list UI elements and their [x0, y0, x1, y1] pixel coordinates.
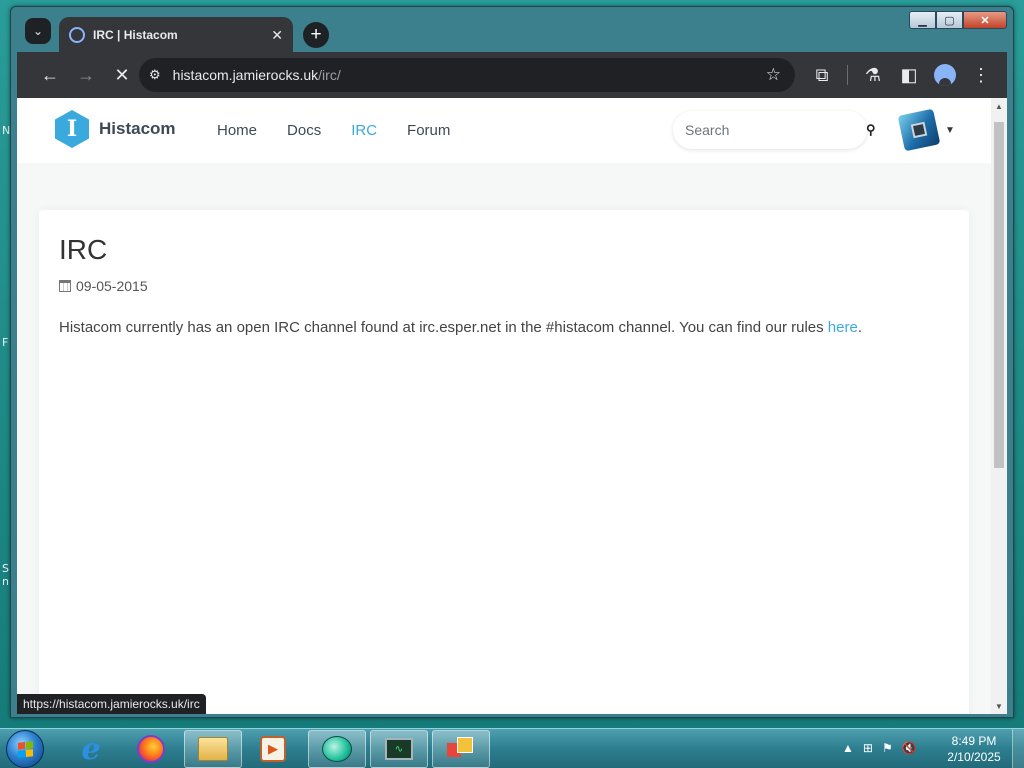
desktop-edge-text: F — [2, 336, 9, 349]
main-nav: Home Docs IRC Forum — [217, 122, 450, 139]
system-monitor-icon: ∿ — [385, 738, 413, 760]
labs-flask-icon[interactable]: ⚗ — [858, 60, 888, 90]
taskbar: e ▶ ∿ ▲ ⊞ ⚑ 🔇 8:49 PM 2/10/2025 — [0, 728, 1024, 768]
url-path: /irc/ — [318, 67, 341, 83]
tab-title: IRC | Histacom — [93, 28, 178, 42]
site-logo[interactable]: I Histacom — [55, 110, 176, 148]
browser-window: ▁ ▢ ✕ ⌄ IRC | Histacom ✕ + ← → ✕ ⚙ hista… — [10, 6, 1014, 718]
nav-docs[interactable]: Docs — [287, 122, 321, 139]
minimize-button[interactable]: ▁ — [909, 11, 936, 29]
desktop-edge-text: n — [2, 575, 9, 588]
user-avatar[interactable] — [897, 108, 941, 152]
taskbar-internet-explorer[interactable]: e — [62, 730, 120, 768]
nav-forum[interactable]: Forum — [407, 122, 450, 139]
status-url-tooltip: https://histacom.jamierocks.uk/irc — [17, 694, 206, 714]
volume-muted-icon[interactable]: 🔇 — [902, 741, 917, 755]
scroll-down-arrow-icon[interactable]: ▼ — [995, 702, 1003, 711]
action-center-flag-icon[interactable]: ⚑ — [882, 741, 893, 755]
search-icon[interactable]: ⚲ — [866, 122, 876, 138]
search-input[interactable] — [685, 122, 866, 138]
desktop-edge-text: N — [2, 124, 11, 137]
show-desktop-button[interactable] — [1012, 729, 1024, 768]
control-panel-icon — [447, 737, 475, 761]
url-host: histacom.jamierocks.uk — [172, 67, 319, 83]
chevron-down-icon: ⌄ — [32, 24, 44, 38]
desktop-edge-text: S — [2, 562, 9, 575]
taskbar-file-explorer[interactable] — [184, 730, 242, 768]
close-window-button[interactable]: ✕ — [963, 11, 1007, 29]
new-tab-button[interactable]: + — [303, 22, 329, 48]
maximize-button[interactable]: ▢ — [936, 11, 963, 29]
site-header: I Histacom Home Docs IRC Forum ⚲ ▼ — [17, 98, 991, 163]
internet-explorer-icon: e — [81, 731, 101, 767]
back-arrow-icon[interactable]: ← — [35, 60, 65, 90]
profile-avatar-icon — [934, 64, 956, 86]
body-text-end: . — [857, 319, 862, 336]
site-info-icon[interactable]: ⚙ — [149, 67, 161, 83]
network-icon[interactable]: ⊞ — [863, 741, 873, 755]
clock-date: 2/10/2025 — [947, 750, 1001, 764]
tray-expand-icon[interactable]: ▲ — [842, 741, 854, 755]
taskbar-firefox[interactable] — [122, 730, 180, 768]
stop-loading-icon[interactable]: ✕ — [107, 60, 137, 90]
windows-logo-icon — [17, 740, 33, 758]
tab-close-icon[interactable]: ✕ — [271, 27, 283, 44]
body-text: Histacom currently has an open IRC chann… — [59, 319, 828, 336]
taskbar-media-player[interactable]: ▶ — [244, 730, 302, 768]
article-date: 09-05-2015 — [59, 278, 949, 294]
search-box: ⚲ — [673, 111, 876, 149]
taskbar-control-panel[interactable] — [432, 730, 490, 768]
taskbar-clock[interactable]: 8:49 PM 2/10/2025 — [942, 733, 1006, 765]
tab-active[interactable]: IRC | Histacom ✕ — [59, 17, 293, 53]
page-scrollbar[interactable]: ▲ ▼ — [991, 98, 1007, 714]
scroll-up-arrow-icon[interactable]: ▲ — [995, 102, 1003, 111]
address-bar[interactable]: ⚙ histacom.jamierocks.uk/irc/ ☆ — [139, 58, 795, 92]
loading-favicon-icon — [69, 27, 85, 43]
firefox-icon — [137, 735, 165, 763]
media-player-icon: ▶ — [260, 736, 286, 762]
page-viewport: I Histacom Home Docs IRC Forum ⚲ ▼ IRC — [17, 98, 1007, 714]
system-tray: ▲ ⊞ ⚑ 🔇 — [842, 741, 917, 755]
extensions-puzzle-icon[interactable]: ⧉ — [807, 60, 837, 90]
profile-button[interactable] — [930, 60, 960, 90]
browser-toolbar: ← → ✕ ⚙ histacom.jamierocks.uk/irc/ ☆ ⧉ … — [17, 52, 1007, 98]
nav-irc[interactable]: IRC — [351, 122, 377, 139]
logo-text: Histacom — [99, 119, 176, 138]
taskbar-chat-app[interactable] — [308, 730, 366, 768]
date-text: 09-05-2015 — [76, 278, 148, 294]
bookmark-star-icon[interactable]: ☆ — [766, 65, 781, 85]
rules-link[interactable]: here — [828, 319, 858, 336]
forward-arrow-icon[interactable]: → — [71, 60, 101, 90]
calendar-icon — [59, 280, 71, 292]
menu-kebab-icon[interactable]: ⋮ — [966, 60, 996, 90]
logo-hexagon-icon: I — [55, 110, 89, 148]
article-body: Histacom currently has an open IRC chann… — [59, 319, 949, 336]
tab-search-button[interactable]: ⌄ — [25, 18, 51, 44]
taskbar-system-monitor[interactable]: ∿ — [370, 730, 428, 768]
scroll-thumb[interactable] — [994, 122, 1004, 468]
tab-strip: ⌄ IRC | Histacom ✕ + — [17, 15, 897, 53]
chat-bubble-icon — [322, 736, 352, 762]
clock-time: 8:49 PM — [951, 734, 997, 748]
page-title: IRC — [59, 234, 108, 265]
article-card: IRC 09-05-2015 Histacom currently has an… — [39, 210, 969, 714]
nav-home[interactable]: Home — [217, 122, 257, 139]
caret-down-icon[interactable]: ▼ — [945, 125, 955, 136]
side-panel-icon[interactable]: ◧ — [894, 60, 924, 90]
window-caption-buttons: ▁ ▢ ✕ — [909, 11, 1007, 29]
folder-icon — [198, 737, 228, 761]
cpu-chip-icon — [910, 121, 928, 139]
toolbar-separator — [847, 65, 848, 85]
start-button[interactable] — [6, 730, 44, 768]
toolbar-right-tools: ⧉ ⚗ ◧ ⋮ — [807, 60, 996, 90]
